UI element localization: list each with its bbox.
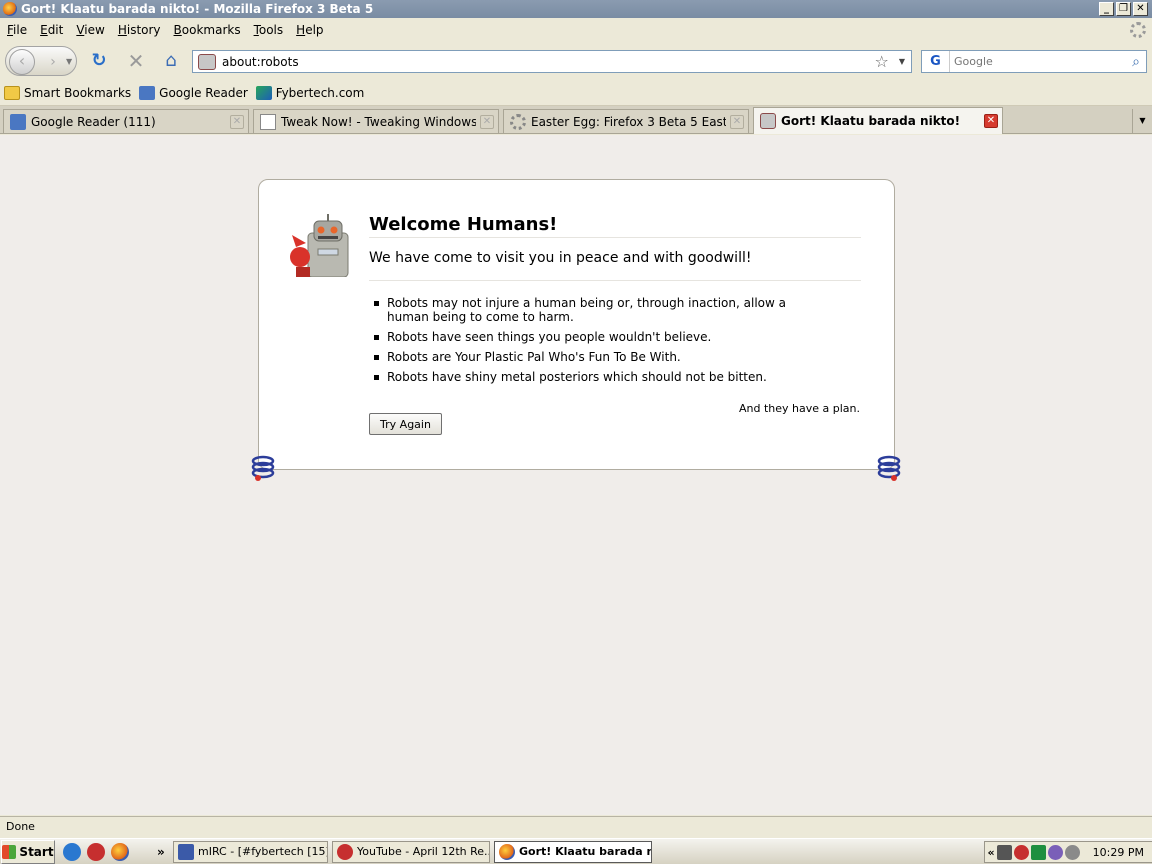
- system-tray: « 10:29 PM: [984, 841, 1152, 863]
- opera-icon: [337, 843, 353, 860]
- document-icon: [260, 113, 276, 130]
- network-icon[interactable]: [1031, 844, 1046, 860]
- tray-expand-icon[interactable]: «: [985, 846, 997, 859]
- status-text: Done: [6, 820, 35, 833]
- loading-icon: [510, 113, 526, 130]
- tab-close-icon[interactable]: ✕: [480, 114, 494, 129]
- status-bar: Done: [0, 816, 1152, 838]
- robot-site-icon: [198, 53, 216, 70]
- google-reader-icon: [139, 85, 156, 100]
- title-bar: Gort! Klaatu barada nikto! - Mozilla Fir…: [0, 0, 1152, 18]
- list-item: Robots are Your Plastic Pal Who's Fun To…: [373, 350, 803, 364]
- mirc-icon: [178, 843, 194, 860]
- menu-bookmarks[interactable]: Bookmarks: [174, 23, 241, 37]
- back-forward-group: ‹ › ▼: [5, 46, 77, 76]
- quick-launch-chevron[interactable]: »: [157, 845, 169, 859]
- plan-text: And they have a plan.: [738, 402, 860, 415]
- menu-view[interactable]: View: [76, 23, 104, 37]
- firefox-icon[interactable]: [111, 842, 129, 861]
- list-item: Robots may not injure a human being or, …: [373, 296, 803, 324]
- messenger-icon[interactable]: [1048, 844, 1063, 860]
- page-title: Welcome Humans!: [369, 214, 861, 238]
- stop-button[interactable]: ✕: [125, 50, 147, 72]
- tab-close-icon[interactable]: ✕: [984, 114, 998, 128]
- robot-laws-list: Robots may not injure a human being or, …: [373, 296, 803, 390]
- tab-easter-egg[interactable]: Easter Egg: Firefox 3 Beta 5 Easter Egg …: [503, 109, 749, 133]
- bookmark-fybertech[interactable]: Fybertech.com: [255, 85, 364, 100]
- robot-site-icon: [760, 113, 776, 129]
- navigation-toolbar: ‹ › ▼ ↻ ✕ ⌂ about:robots ☆ ▼ G ⌕: [0, 42, 1152, 80]
- menu-history[interactable]: History: [118, 23, 161, 37]
- google-engine-icon[interactable]: G: [922, 51, 950, 72]
- monitor-icon[interactable]: [997, 844, 1012, 860]
- bookmark-star-icon[interactable]: ☆: [875, 52, 889, 71]
- list-item: Robots have seen things you people would…: [373, 330, 803, 344]
- url-text[interactable]: about:robots: [222, 55, 875, 69]
- throbber-icon: [1130, 22, 1146, 38]
- try-again-button[interactable]: Try Again: [369, 413, 442, 435]
- forward-button[interactable]: ›: [42, 53, 64, 71]
- volume-icon[interactable]: [1065, 844, 1080, 860]
- opera-icon[interactable]: [87, 842, 105, 861]
- robots-card: Welcome Humans! We have come to visit yo…: [258, 179, 895, 470]
- menu-bar: File Edit View History Bookmarks Tools H…: [0, 18, 1152, 42]
- search-icon[interactable]: ⌕: [1126, 54, 1146, 70]
- menu-help[interactable]: Help: [296, 23, 323, 37]
- tab-gort[interactable]: Gort! Klaatu barada nikto! ✕: [753, 107, 1003, 134]
- opera-icon[interactable]: [1014, 844, 1029, 860]
- back-button[interactable]: ‹: [9, 49, 35, 75]
- list-item: Robots have shiny metal posteriors which…: [373, 370, 803, 384]
- history-dropdown-icon[interactable]: ▼: [66, 57, 72, 66]
- minimize-button[interactable]: _: [1099, 2, 1114, 16]
- menu-file[interactable]: File: [7, 23, 27, 37]
- robot-icon: [290, 214, 349, 277]
- tab-bar: Google Reader (111) ✕ Tweak Now! - Tweak…: [0, 106, 1152, 134]
- close-button[interactable]: ✕: [1133, 2, 1148, 16]
- menu-edit[interactable]: Edit: [40, 23, 63, 37]
- window-controls: _ ❐ ✕: [1099, 2, 1148, 16]
- google-reader-icon: [10, 113, 26, 130]
- firefox-icon: [499, 843, 515, 860]
- tab-google-reader[interactable]: Google Reader (111) ✕: [3, 109, 249, 133]
- page-subtitle: We have come to visit you in peace and w…: [369, 250, 861, 281]
- home-button[interactable]: ⌂: [160, 50, 182, 72]
- folder-icon: [4, 85, 20, 100]
- task-youtube[interactable]: YouTube - April 12th Re...: [332, 840, 490, 863]
- internet-explorer-icon[interactable]: [63, 842, 81, 861]
- url-dropdown-icon[interactable]: ▼: [899, 57, 905, 66]
- task-firefox[interactable]: Gort! Klaatu barada ni...: [494, 840, 652, 863]
- tab-close-icon[interactable]: ✕: [230, 114, 244, 129]
- menu-tools[interactable]: Tools: [254, 23, 284, 37]
- firefox-icon: [3, 2, 17, 16]
- reload-button[interactable]: ↻: [88, 50, 110, 72]
- spring-bolt-icon: [877, 455, 901, 481]
- bookmarks-toolbar: Smart Bookmarks Google Reader Fybertech.…: [0, 80, 1152, 106]
- clock: 10:29 PM: [1092, 845, 1144, 859]
- task-mirc[interactable]: mIRC - [#fybertech [15]...: [173, 840, 328, 863]
- search-input[interactable]: [950, 55, 1126, 68]
- bookmark-smart-bookmarks[interactable]: Smart Bookmarks: [4, 85, 131, 100]
- maximize-button[interactable]: ❐: [1116, 2, 1131, 16]
- tab-close-icon[interactable]: ✕: [730, 114, 744, 129]
- url-bar[interactable]: about:robots ☆ ▼: [192, 50, 912, 73]
- window-title: Gort! Klaatu barada nikto! - Mozilla Fir…: [21, 2, 374, 16]
- fybertech-icon: [255, 85, 272, 100]
- windows-logo-icon: [2, 844, 17, 859]
- tab-list-button[interactable]: ▼: [1132, 109, 1152, 133]
- bookmark-google-reader[interactable]: Google Reader: [139, 85, 248, 100]
- quick-launch: [63, 842, 153, 861]
- search-bar: G ⌕: [921, 50, 1147, 73]
- taskbar: Start » mIRC - [#fybertech [15]... YouTu…: [0, 838, 1152, 864]
- page-content: Welcome Humans! We have come to visit yo…: [0, 135, 1152, 815]
- tab-tweak-now[interactable]: Tweak Now! - Tweaking Windows Coul... ✕: [253, 109, 499, 133]
- spring-bolt-icon: [251, 455, 275, 481]
- start-button[interactable]: Start: [1, 839, 55, 864]
